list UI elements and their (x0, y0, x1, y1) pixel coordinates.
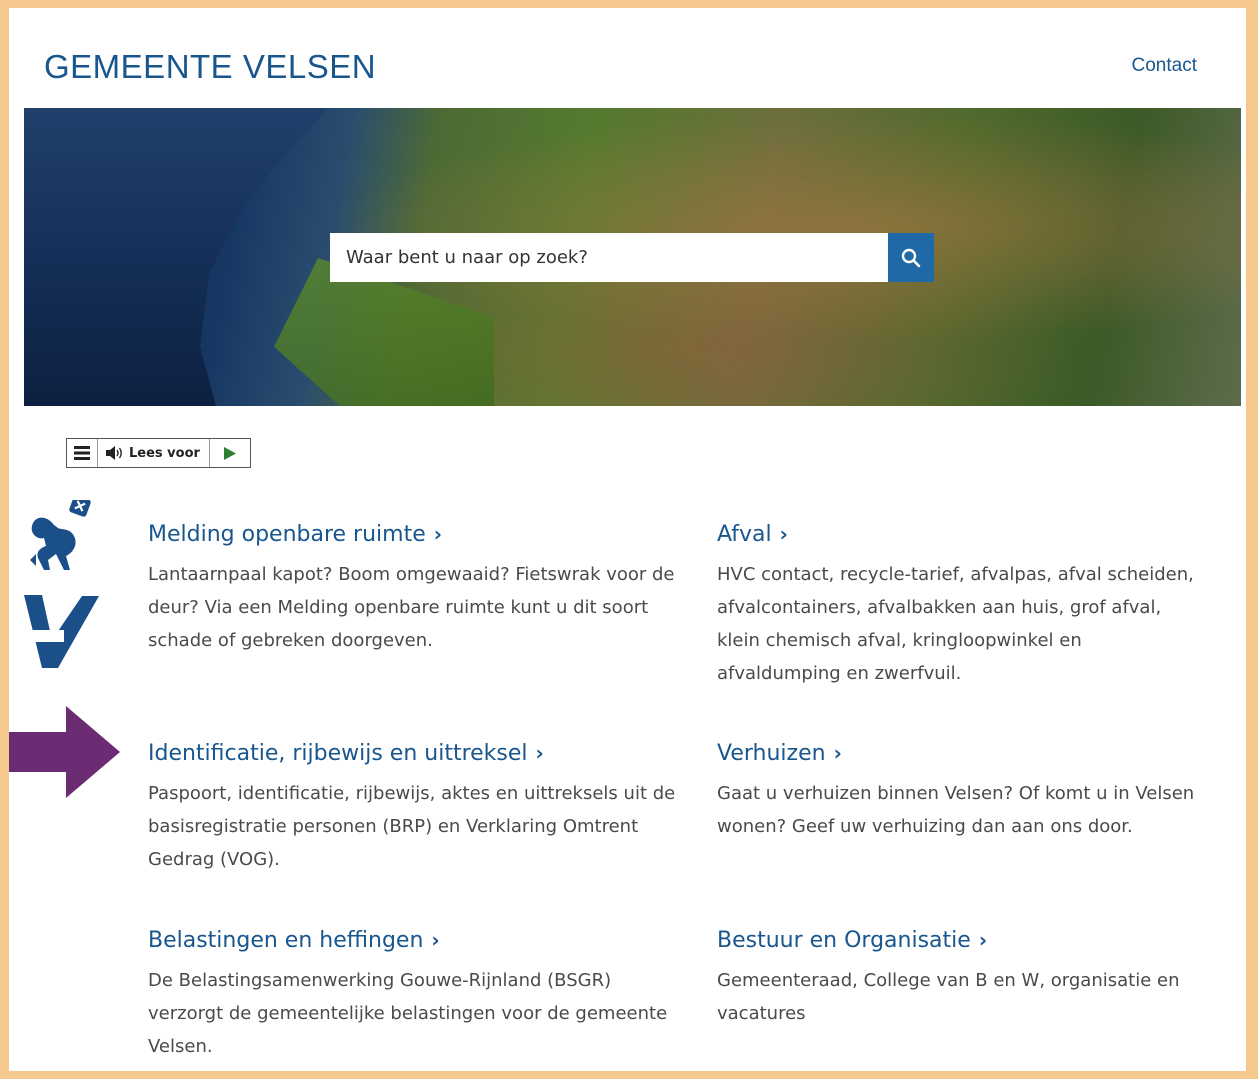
chevron-right-icon: › (833, 741, 842, 765)
card-title: Identificatie, rijbewijs en uittreksel (148, 741, 528, 766)
readspeaker-menu-button[interactable] (67, 439, 98, 467)
card-title: Belastingen en heffingen (148, 928, 424, 953)
readspeaker-read-button[interactable]: Lees voor (98, 439, 210, 467)
speaker-icon (106, 446, 122, 460)
purple-arrow-annotation (9, 706, 120, 798)
card-afval: Afval › HVC contact, recycle-tarief, afva… (717, 522, 1207, 690)
chevron-right-icon: › (431, 928, 440, 952)
card-description: De Belastingsamenwerking Gouwe-Rijnland … (148, 970, 668, 1057)
card-title: Bestuur en Organisatie (717, 928, 971, 953)
readspeaker-play-button[interactable] (210, 439, 250, 467)
card-identificatie: Identificatie, rijbewijs en uittreksel › … (148, 741, 678, 876)
contact-link[interactable]: Contact (1132, 55, 1197, 77)
card-bestuur: Bestuur en Organisatie › Gemeenteraad, Co… (717, 928, 1207, 1030)
chevron-right-icon: › (535, 741, 544, 765)
card-title-link[interactable]: Verhuizen › (717, 741, 842, 766)
site-brand[interactable]: GEMEENTE VELSEN (44, 48, 376, 86)
card-description: HVC contact, recycle-tarief, afvalpas, a… (717, 564, 1194, 684)
page-frame: GEMEENTE VELSEN Contact Waar bent u naar… (9, 8, 1246, 1071)
hero-image (24, 108, 1241, 406)
readspeaker-toolbar: Lees voor (66, 438, 251, 468)
card-title-link[interactable]: Belastingen en heffingen › (148, 928, 440, 953)
card-title-link[interactable]: Afval › (717, 522, 788, 547)
search-icon (901, 248, 921, 267)
chevron-right-icon: › (779, 522, 788, 546)
card-description: Lantaarnpaal kapot? Boom omgewaaid? Fiet… (148, 564, 675, 651)
card-title: Verhuizen (717, 741, 826, 766)
search-bar (330, 233, 934, 282)
hamburger-icon (74, 446, 90, 460)
card-title: Afval (717, 522, 772, 547)
card-verhuizen: Verhuizen › Gaat u verhuizen binnen Velse… (717, 741, 1207, 843)
card-title-link[interactable]: Melding openbare ruimte › (148, 522, 442, 547)
card-melding-openbare-ruimte: Melding openbare ruimte › Lantaarnpaal ka… (148, 522, 678, 657)
card-belastingen: Belastingen en heffingen › De Belastingsa… (148, 928, 678, 1063)
site-header: GEMEENTE VELSEN Contact (9, 8, 1246, 108)
velsen-logo (24, 500, 99, 668)
card-title-link[interactable]: Identificatie, rijbewijs en uittreksel › (148, 741, 544, 766)
card-description: Paspoort, identificatie, rijbewijs, akte… (148, 783, 676, 870)
search-button[interactable] (888, 233, 934, 282)
play-icon (223, 446, 236, 460)
card-description: Gaat u verhuizen binnen Velsen? Of komt … (717, 783, 1195, 837)
chevron-right-icon: › (978, 928, 988, 952)
card-title: Melding openbare ruimte (148, 522, 426, 547)
search-input[interactable] (330, 233, 888, 282)
card-description: Gemeenteraad, College van B en W, organi… (717, 970, 1180, 1024)
chevron-right-icon: › (433, 522, 442, 546)
readspeaker-label: Lees voor (129, 445, 200, 461)
card-title-link[interactable]: Bestuur en Organisatie › (717, 928, 987, 953)
